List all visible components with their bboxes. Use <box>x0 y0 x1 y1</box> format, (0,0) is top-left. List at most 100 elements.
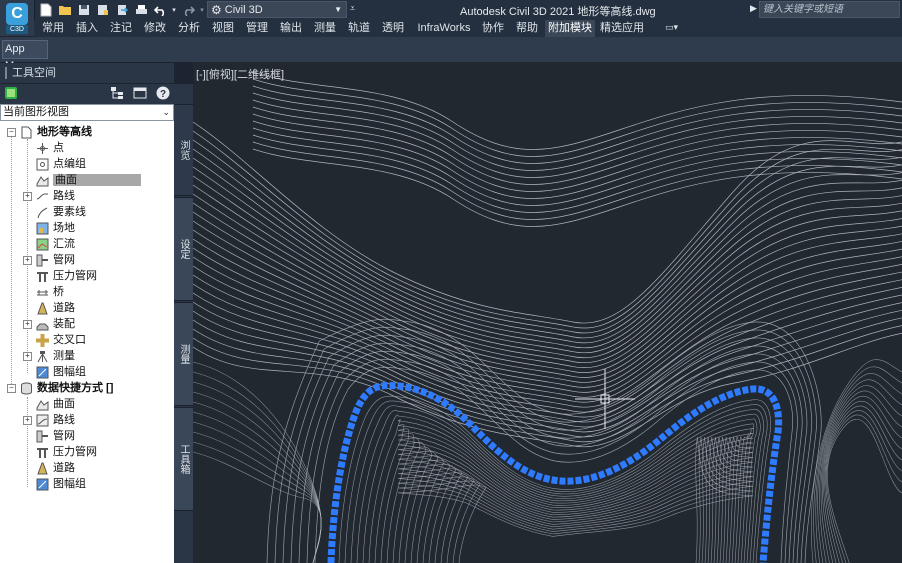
catchment-icon <box>36 238 49 251</box>
chevron-down-icon: ⌄ <box>162 107 170 117</box>
tree-item-assemblies[interactable]: 装配 <box>36 316 75 332</box>
tree-item-intersections[interactable]: 交叉口 <box>36 332 86 348</box>
new-file-icon[interactable] <box>38 2 54 18</box>
open-folder-icon[interactable] <box>57 2 73 18</box>
item-view-icon[interactable] <box>133 86 147 100</box>
point-icon <box>36 142 49 155</box>
ribbon-minimize-icon[interactable]: ▭▾ <box>665 22 685 34</box>
ribbon-tab-bar: 常用 插入 注记 修改 分析 视图 管理 输出 测量 轨道 透明 InfraWo… <box>34 20 902 37</box>
undo-icon[interactable] <box>152 2 168 18</box>
tree-item-alignments[interactable]: 路线 <box>36 188 75 204</box>
expand-toggle[interactable]: + <box>23 320 32 329</box>
alignment-icon <box>36 190 49 203</box>
redo-dropdown-icon[interactable]: ▾ <box>199 2 205 18</box>
gear-icon: ⚙ <box>211 2 222 17</box>
tree-item-catchments[interactable]: 汇流 <box>36 236 75 252</box>
surface-icon <box>36 398 49 411</box>
tab-view[interactable]: 视图 <box>208 20 238 37</box>
collapse-toggle[interactable]: − <box>7 384 16 393</box>
expand-toggle[interactable]: + <box>23 352 32 361</box>
view-frame-icon <box>36 366 49 379</box>
view-selector-dropdown[interactable]: 当前图形视图 ⌄ <box>0 104 174 121</box>
tab-manage[interactable]: 管理 <box>242 20 272 37</box>
tab-home[interactable]: 常用 <box>38 20 68 37</box>
shortcut-item-alignments[interactable]: 路线 <box>36 412 75 428</box>
tree-item-survey[interactable]: 测量 <box>36 348 75 364</box>
tree-item-feature-lines[interactable]: 要素线 <box>36 204 86 220</box>
bridge-icon <box>36 286 49 299</box>
side-tab-prospector[interactable]: 浏览 <box>174 104 193 196</box>
point-group-icon <box>36 158 49 171</box>
tree-item-view-frame-groups[interactable]: 图幅组 <box>36 364 86 380</box>
expand-toggle[interactable]: + <box>23 256 32 265</box>
civil3d-logo-label: C3D <box>6 25 28 34</box>
site-icon <box>36 222 49 235</box>
tab-rail[interactable]: 轨道 <box>344 20 374 37</box>
save-as-icon[interactable] <box>95 2 111 18</box>
expand-toggle[interactable]: + <box>23 192 32 201</box>
alignment-icon <box>36 414 49 427</box>
chevron-right-icon[interactable]: ▶ <box>750 3 757 14</box>
undo-dropdown-icon[interactable]: ▾ <box>171 2 177 18</box>
side-tab-toolbox[interactable]: 工具箱 <box>174 407 193 511</box>
tree-root-drawing[interactable]: 地形等高线 <box>20 124 92 140</box>
view-selector-value: 当前图形视图 <box>3 106 69 118</box>
corridor-icon <box>36 462 49 475</box>
export-icon[interactable] <box>114 2 130 18</box>
tab-annotate[interactable]: 注记 <box>106 20 136 37</box>
help-icon[interactable]: ? <box>156 86 170 100</box>
tab-output[interactable]: 输出 <box>276 20 306 37</box>
expand-toggle[interactable]: + <box>23 416 32 425</box>
tab-insert[interactable]: 插入 <box>72 20 102 37</box>
tree-item-bridges[interactable]: 桥 <box>36 284 64 300</box>
civil3d-logo-icon: C <box>6 3 28 25</box>
toolspace-title: 工具空间 <box>12 67 56 79</box>
tab-collaborate[interactable]: 协作 <box>478 20 508 37</box>
tree-item-corridors[interactable]: 道路 <box>36 300 75 316</box>
redo-icon[interactable] <box>180 2 196 18</box>
tree-root-data-shortcuts[interactable]: 数据快捷方式 [] <box>20 380 113 396</box>
search-input[interactable]: 键入关键字或短语 <box>759 1 900 18</box>
drawing-viewport[interactable]: [-][俯视][二维线框] <box>193 62 902 563</box>
shortcut-item-pressure-networks[interactable]: 压力管网 <box>36 444 97 460</box>
corridor-icon <box>36 302 49 315</box>
app-manager-button[interactable]: App Ma... <box>2 40 48 72</box>
tab-infraworks[interactable]: InfraWorks <box>414 20 474 37</box>
workspace-selector[interactable]: ⚙ Civil 3D ▼ <box>207 1 347 18</box>
shortcut-item-corridors[interactable]: 道路 <box>36 460 75 476</box>
tree-item-point-groups[interactable]: 点编组 <box>36 156 86 172</box>
layer-icon[interactable] <box>4 86 18 100</box>
tree-item-pipe-networks[interactable]: 管网 <box>36 252 75 268</box>
save-icon[interactable] <box>76 2 92 18</box>
customize-qat-icon[interactable]: ⩡ <box>350 3 355 14</box>
database-icon <box>20 382 33 395</box>
pipe-network-icon <box>36 254 49 267</box>
plot-icon[interactable] <box>133 2 149 18</box>
pressure-network-icon <box>36 270 49 283</box>
tab-featured-apps[interactable]: 精选应用 <box>599 20 645 37</box>
tab-survey[interactable]: 测量 <box>310 20 340 37</box>
viewport-controls-label[interactable]: [-][俯视][二维线框] <box>196 66 284 82</box>
tab-modify[interactable]: 修改 <box>140 20 170 37</box>
tree-item-sites[interactable]: 场地 <box>36 220 75 236</box>
shortcut-item-surfaces[interactable]: 曲面 <box>36 396 75 412</box>
tab-help[interactable]: 帮助 <box>512 20 542 37</box>
side-tab-survey[interactable]: 测量 <box>174 302 193 406</box>
view-frame-icon <box>36 478 49 491</box>
tab-addins[interactable]: 附加模块 <box>545 20 595 37</box>
collapse-toggle[interactable]: − <box>7 128 16 137</box>
tab-analyze[interactable]: 分析 <box>174 20 204 37</box>
tree-toggle-icon[interactable] <box>110 86 124 100</box>
side-tab-settings[interactable]: 设定 <box>174 197 193 301</box>
assembly-icon <box>36 318 49 331</box>
shortcut-item-view-frame-groups[interactable]: 图幅组 <box>36 476 86 492</box>
tree-item-surfaces[interactable]: 曲面 <box>36 172 141 188</box>
application-menu-button[interactable]: C C3D <box>0 0 35 36</box>
shortcut-item-pipe-networks[interactable]: 管网 <box>36 428 75 444</box>
tab-transparent[interactable]: 透明 <box>378 20 408 37</box>
drag-grip-icon[interactable] <box>5 67 7 80</box>
tree-item-pressure-networks[interactable]: 压力管网 <box>36 268 97 284</box>
survey-icon <box>36 350 49 363</box>
toolspace-header[interactable]: 工具空间 <box>0 63 174 83</box>
tree-item-points[interactable]: 点 <box>36 140 64 156</box>
